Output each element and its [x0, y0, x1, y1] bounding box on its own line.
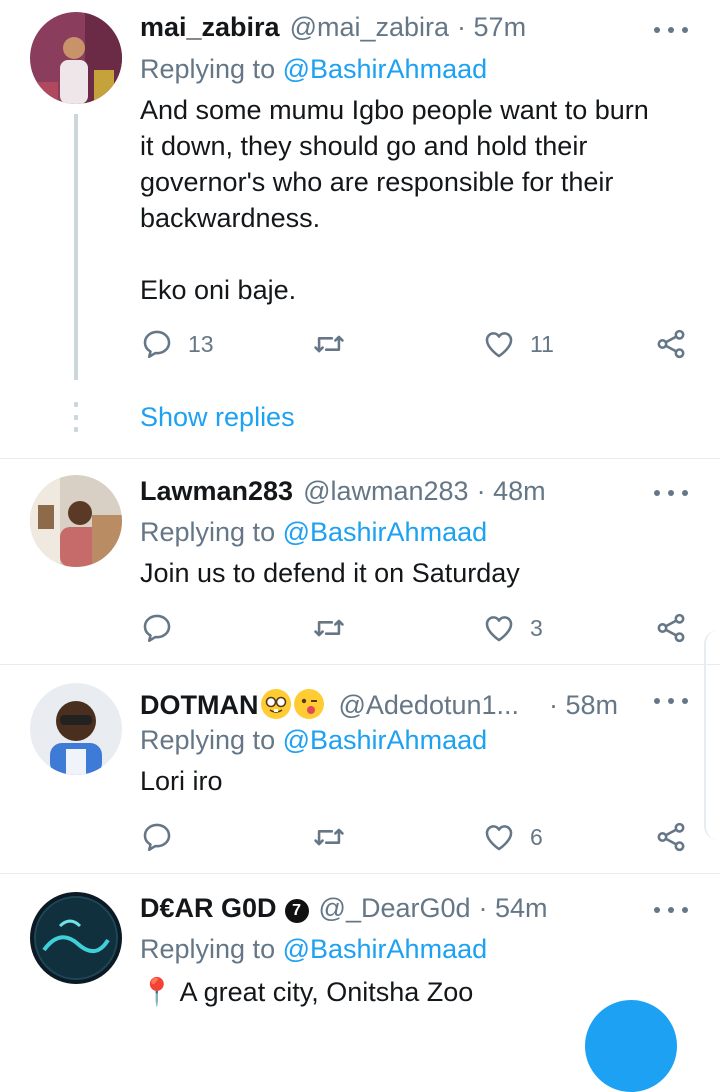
share-icon [657, 822, 685, 852]
tweet-header: DOTMAN @Adedotun1... · 58m [140, 684, 650, 721]
retweet-button[interactable] [312, 608, 346, 648]
thread-dots [74, 402, 78, 432]
timestamp[interactable]: · 57m [457, 12, 526, 43]
replying-to-link[interactable]: @BashirAhmaad [283, 725, 488, 755]
tweet-actions: 3 [140, 608, 700, 648]
replying-to-link[interactable]: @BashirAhmaad [283, 54, 488, 84]
tweet-header: Lawman283 @lawman283 · 48m [140, 476, 650, 510]
heart-icon [485, 332, 513, 358]
reply-button[interactable] [140, 817, 188, 857]
display-name[interactable]: D€AR G0D [140, 893, 277, 924]
more-options-icon[interactable] [654, 20, 688, 40]
tweet-3[interactable]: DOTMAN @Adedotun1... · 58m Replying to @… [0, 665, 720, 873]
share-button[interactable] [654, 817, 688, 857]
tweet-2[interactable]: Lawman283 @lawman283 · 48m Replying to @… [0, 459, 720, 664]
more-options-icon[interactable] [654, 483, 688, 503]
retweet-button[interactable] [312, 324, 346, 364]
like-button[interactable]: 11 [482, 324, 554, 364]
nerd-face-emoji-icon [261, 689, 292, 719]
timestamp[interactable]: · 54m [479, 893, 548, 924]
user-handle[interactable]: @mai_zabira [290, 12, 449, 43]
display-name[interactable]: Lawman283 [140, 476, 293, 507]
retweet-icon [314, 828, 344, 846]
replying-to-link[interactable]: @BashirAhmaad [283, 934, 488, 964]
replying-to: Replying to @BashirAhmaad [140, 934, 488, 964]
replying-to: Replying to @BashirAhmaad [140, 725, 488, 755]
retweet-button[interactable] [312, 817, 346, 857]
share-button[interactable] [654, 324, 688, 364]
tweet-header: D€AR G0D 7 @_DearG0d · 54m [140, 893, 650, 927]
like-count: 11 [530, 330, 554, 357]
reply-icon [143, 614, 171, 643]
tweet-actions: 13 11 [140, 324, 700, 364]
avatar[interactable] [30, 683, 122, 775]
replying-to: Replying to @BashirAhmaad [140, 54, 488, 84]
replying-to-link[interactable]: @BashirAhmaad [283, 517, 488, 547]
retweet-icon [314, 619, 344, 637]
tweet-text: And some mumu Igbo people want to burn i… [140, 95, 649, 305]
tweet-text: Join us to defend it on Saturday [140, 558, 520, 588]
heart-icon [485, 825, 513, 851]
tweet-actions: 6 [140, 817, 700, 857]
display-name[interactable]: mai_zabira [140, 12, 280, 43]
avatar[interactable] [30, 475, 122, 567]
tweet-1[interactable]: mai_zabira @mai_zabira · 57m Replying to… [0, 0, 720, 458]
share-icon [657, 613, 685, 643]
user-handle[interactable]: @Adedotun1... [338, 690, 519, 721]
user-handle[interactable]: @_DearG0d [319, 893, 471, 924]
thread-line [74, 114, 78, 380]
retweet-icon [314, 335, 344, 353]
reply-count: 13 [188, 330, 214, 357]
like-count: 6 [530, 823, 543, 850]
reply-icon [143, 823, 171, 852]
user-handle[interactable]: @lawman283 [303, 476, 469, 507]
like-count: 3 [530, 614, 543, 641]
timestamp[interactable]: · 48m [477, 476, 546, 507]
more-options-icon[interactable] [654, 900, 688, 920]
scroll-edge [704, 630, 720, 840]
avatar[interactable] [30, 892, 122, 984]
display-name[interactable]: DOTMAN [140, 690, 258, 721]
like-button[interactable]: 3 [482, 608, 543, 648]
share-icon [657, 329, 685, 359]
like-button[interactable]: 6 [482, 817, 543, 857]
tweet-header: mai_zabira @mai_zabira · 57m [140, 12, 650, 46]
compose-tweet-button[interactable] [585, 1000, 677, 1092]
avatar[interactable] [30, 12, 122, 104]
replying-to: Replying to @BashirAhmaad [140, 517, 488, 547]
winking-tongue-emoji-icon [294, 689, 325, 719]
reply-button[interactable]: 13 [140, 324, 214, 364]
badge-icon: 7 [284, 899, 309, 923]
timestamp[interactable]: · 58m [549, 690, 618, 721]
tweet-text: Lori iro [140, 766, 223, 796]
tweet-4[interactable]: D€AR G0D 7 @_DearG0d · 54m Replying to @… [0, 874, 720, 1018]
reply-icon [143, 330, 171, 359]
reply-button[interactable] [140, 608, 188, 648]
heart-icon [485, 616, 513, 642]
share-button[interactable] [654, 608, 688, 648]
more-options-icon[interactable] [654, 691, 688, 711]
show-replies-link[interactable]: Show replies [140, 402, 295, 433]
